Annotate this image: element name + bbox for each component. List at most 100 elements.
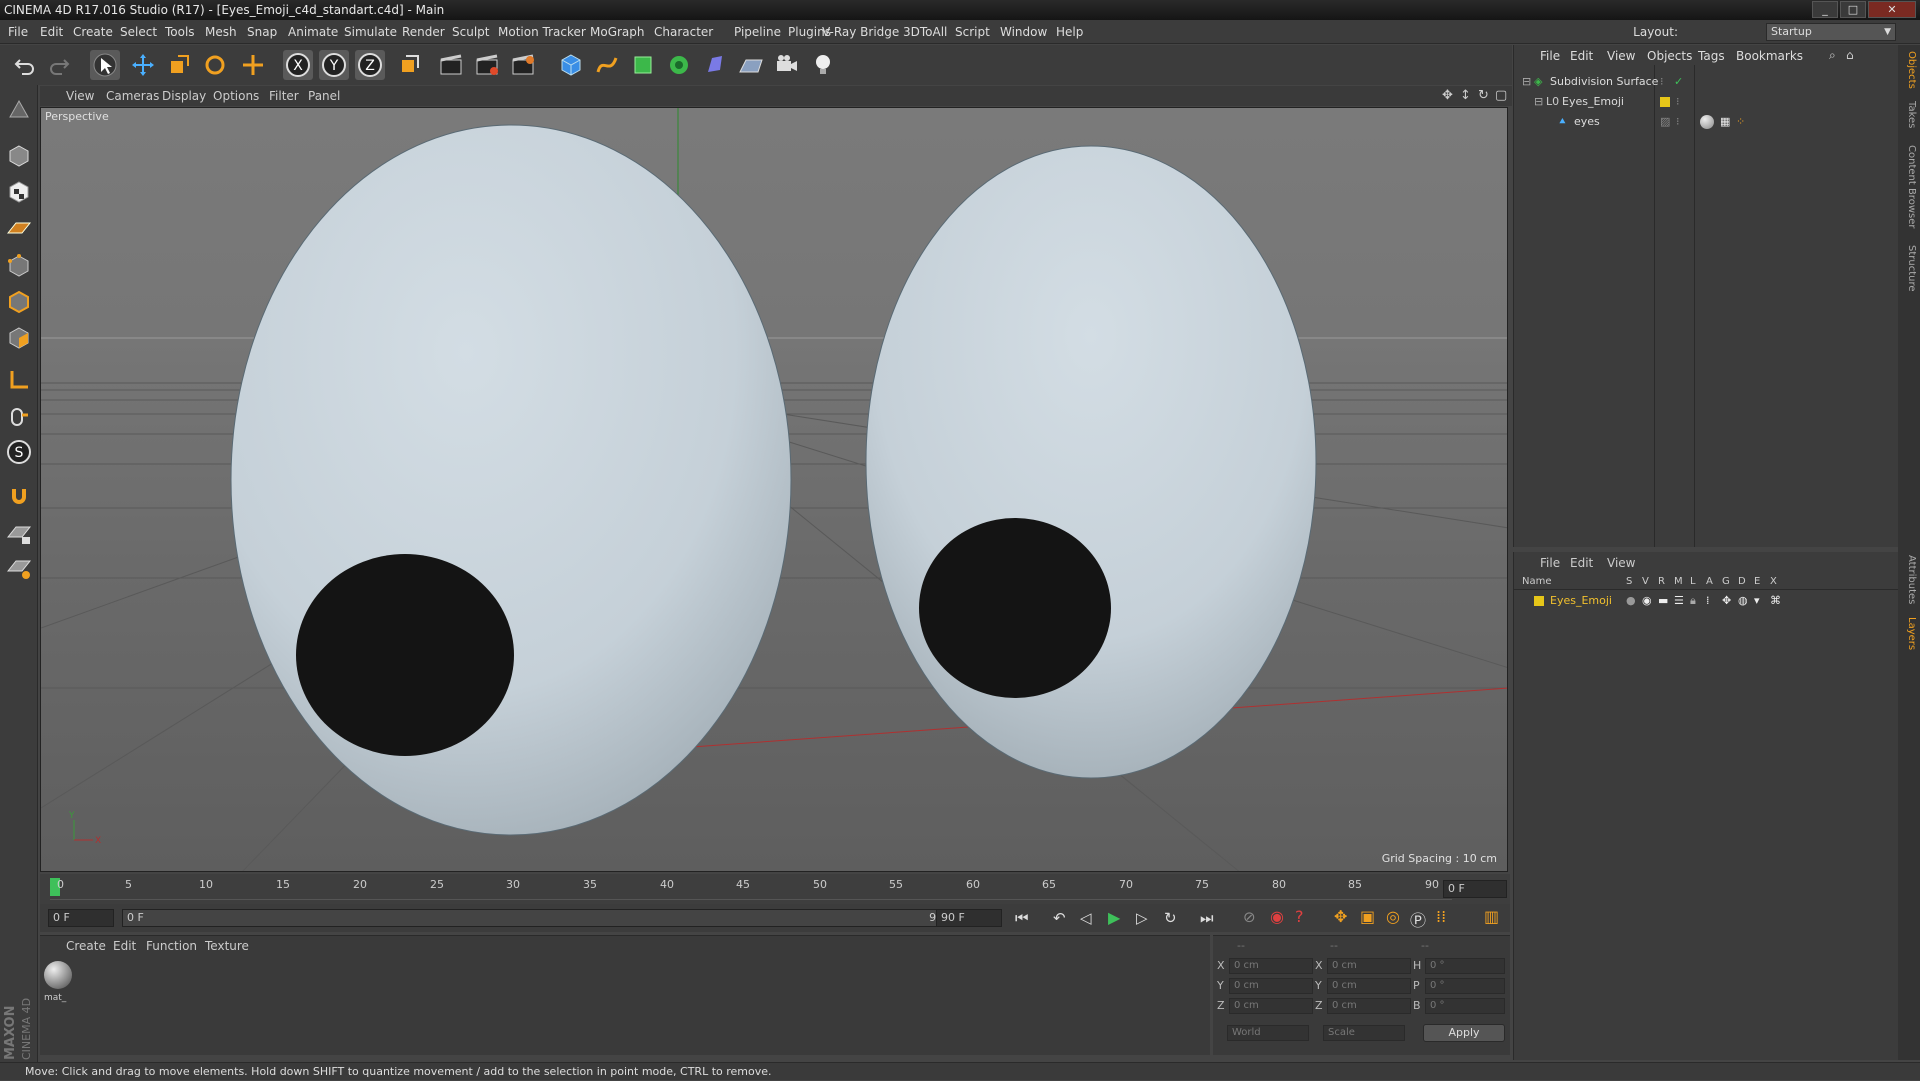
tab-structure[interactable]: Structure bbox=[1901, 245, 1917, 292]
material-menu-function[interactable]: Function bbox=[146, 939, 197, 953]
deformers-icon[interactable]: ◍ bbox=[1738, 592, 1748, 610]
viewport-menu-filter[interactable]: Filter bbox=[269, 86, 299, 106]
axis-mode-button[interactable] bbox=[4, 365, 34, 395]
objects-menu-objects[interactable]: Objects bbox=[1647, 49, 1692, 63]
add-cube-button[interactable] bbox=[556, 50, 586, 80]
position-y-field[interactable]: 0 cm bbox=[1229, 978, 1313, 994]
menu-sculpt[interactable]: Sculpt bbox=[452, 20, 489, 44]
close-button[interactable]: ✕ bbox=[1868, 1, 1916, 18]
magnet-button[interactable] bbox=[4, 481, 34, 511]
rotation-h-field[interactable]: 0 ° bbox=[1425, 958, 1505, 974]
view-eye-icon[interactable]: ◉ bbox=[1642, 592, 1652, 610]
menu-window[interactable]: Window bbox=[1000, 20, 1047, 44]
object-row[interactable]: ⊟ L0 Eyes_Emoji ⁝ bbox=[1514, 93, 1899, 111]
y-axis-button[interactable]: Y bbox=[319, 50, 349, 80]
x-axis-button[interactable]: X bbox=[283, 50, 313, 80]
viewport-menu-options[interactable]: Options bbox=[213, 86, 259, 106]
position-x-field[interactable]: 0 cm bbox=[1229, 958, 1313, 974]
menu-pipeline[interactable]: Pipeline bbox=[734, 20, 781, 44]
tab-takes[interactable]: Takes bbox=[1901, 101, 1917, 128]
add-light-button[interactable] bbox=[808, 50, 838, 80]
material-swatch[interactable]: mat_ bbox=[44, 961, 74, 1003]
tweak-mode-button[interactable] bbox=[4, 401, 34, 431]
menu-render[interactable]: Render bbox=[402, 20, 445, 44]
add-spline-button[interactable] bbox=[592, 50, 622, 80]
tab-content-browser[interactable]: Content Browser bbox=[1901, 145, 1917, 228]
menu-animate[interactable]: Animate bbox=[288, 20, 338, 44]
add-mograph-button[interactable] bbox=[664, 50, 694, 80]
lock-icon[interactable]: 🔒︎ bbox=[1690, 592, 1696, 610]
viewport-menu-panel[interactable]: Panel bbox=[308, 86, 340, 106]
layers-menu-edit[interactable]: Edit bbox=[1570, 556, 1593, 570]
goto-end-icon[interactable]: ⏭ bbox=[1200, 909, 1214, 927]
material-menu-edit[interactable]: Edit bbox=[113, 939, 136, 953]
render-settings-button[interactable] bbox=[508, 50, 538, 80]
menu-edit[interactable]: Edit bbox=[40, 20, 63, 44]
menu-snap[interactable]: Snap bbox=[247, 20, 277, 44]
viewport-menu-display[interactable]: Display bbox=[162, 86, 206, 106]
play-icon[interactable]: ▶ bbox=[1108, 908, 1120, 927]
rotate-tool-button[interactable] bbox=[200, 50, 230, 80]
xrefs-icon[interactable]: ⌘ bbox=[1770, 592, 1781, 610]
workplane-mode-button[interactable] bbox=[4, 213, 34, 243]
add-deformer-button[interactable] bbox=[700, 50, 730, 80]
tab-objects[interactable]: Objects bbox=[1901, 51, 1917, 89]
move-tool-button[interactable] bbox=[128, 50, 158, 80]
polygons-mode-button[interactable] bbox=[4, 323, 34, 353]
live-select-button[interactable] bbox=[90, 50, 120, 80]
home-icon[interactable]: ⌂ bbox=[1846, 48, 1854, 62]
coord-system-button[interactable] bbox=[394, 50, 424, 80]
tab-attributes[interactable]: Attributes bbox=[1901, 555, 1917, 604]
key-scale-icon[interactable]: ▣ bbox=[1360, 907, 1375, 926]
workplane-lock-button[interactable] bbox=[4, 519, 34, 549]
layer-color-swatch[interactable] bbox=[1660, 97, 1670, 107]
end-frame-field[interactable]: 90 F bbox=[936, 909, 1002, 927]
visibility-dots-icon[interactable]: ⁝ bbox=[1660, 73, 1664, 91]
viewport-pan-icon[interactable]: ✥ bbox=[1442, 86, 1453, 106]
tab-layers[interactable]: Layers bbox=[1901, 617, 1917, 650]
menu-create[interactable]: Create bbox=[73, 20, 113, 44]
add-floor-button[interactable] bbox=[736, 50, 766, 80]
visibility-dots-icon[interactable]: ⁝ bbox=[1676, 93, 1680, 111]
next-frame-icon[interactable]: ▷ bbox=[1136, 909, 1148, 927]
collapse-icon[interactable]: ⊟ bbox=[1534, 93, 1543, 111]
collapse-icon[interactable]: ⊟ bbox=[1522, 73, 1531, 91]
points-mode-button[interactable] bbox=[4, 251, 34, 281]
layer-color-swatch[interactable] bbox=[1534, 596, 1544, 606]
position-z-field[interactable]: 0 cm bbox=[1229, 998, 1313, 1014]
add-camera-button[interactable] bbox=[772, 50, 802, 80]
prev-key-icon[interactable]: ↶ bbox=[1053, 909, 1066, 927]
expressions-icon[interactable]: ▾ bbox=[1754, 592, 1760, 610]
loop-icon[interactable]: ↻ bbox=[1164, 909, 1177, 927]
menu-simulate[interactable]: Simulate bbox=[344, 20, 397, 44]
edges-mode-button[interactable] bbox=[4, 287, 34, 317]
objects-menu-view[interactable]: View bbox=[1607, 49, 1635, 63]
frame-range-slider[interactable]: 0 F 90 F bbox=[122, 909, 968, 927]
layers-menu-view[interactable]: View bbox=[1607, 556, 1635, 570]
objects-menu-edit[interactable]: Edit bbox=[1570, 49, 1593, 63]
goto-start-icon[interactable]: ⏮ bbox=[1015, 909, 1029, 927]
workplane-button[interactable] bbox=[4, 553, 34, 583]
scale-tool-button[interactable] bbox=[164, 50, 194, 80]
menu-help[interactable]: Help bbox=[1056, 20, 1083, 44]
animation-icon[interactable]: ⁞ bbox=[1706, 592, 1710, 610]
object-row[interactable]: ⯅ eyes ▨ ⁝ ▦ ⁘ bbox=[1514, 113, 1899, 131]
timeline-window-icon[interactable]: ▥ bbox=[1484, 907, 1499, 926]
phong-tag-icon[interactable]: ⁘ bbox=[1736, 113, 1745, 131]
menu-vray-bridge[interactable]: V-Ray Bridge bbox=[822, 20, 899, 44]
record-keys-icon[interactable]: ⊘ bbox=[1243, 908, 1256, 926]
menu-mograph[interactable]: MoGraph bbox=[590, 20, 645, 44]
viewport-menu-view[interactable]: View bbox=[66, 86, 94, 106]
key-rotation-icon[interactable]: ◎ bbox=[1386, 907, 1400, 926]
scale-select[interactable]: Scale bbox=[1323, 1025, 1405, 1041]
menu-motion-tracker[interactable]: Motion Tracker bbox=[498, 20, 586, 44]
start-frame-field[interactable]: 0 F bbox=[48, 909, 114, 927]
minimize-button[interactable]: _ bbox=[1812, 1, 1838, 18]
maximize-button[interactable]: □ bbox=[1840, 1, 1866, 18]
material-menu-create[interactable]: Create bbox=[66, 939, 106, 953]
texture-mode-button[interactable] bbox=[4, 177, 34, 207]
menu-character[interactable]: Character bbox=[654, 20, 713, 44]
model-mode-button[interactable] bbox=[4, 141, 34, 171]
layout-select[interactable]: Startup ▼ bbox=[1766, 23, 1896, 41]
world-select[interactable]: World bbox=[1227, 1025, 1309, 1041]
